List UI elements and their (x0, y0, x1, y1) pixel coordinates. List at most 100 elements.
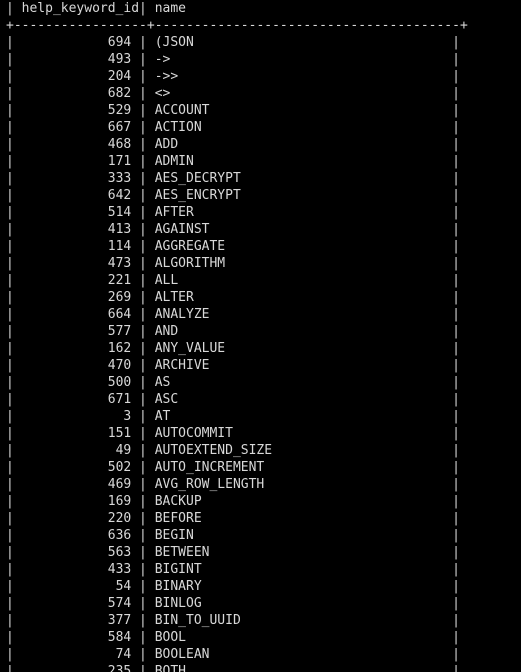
table-separator: +-----------------+---------------------… (6, 17, 515, 34)
cell-id: 171 (14, 153, 139, 170)
table-row: |500|AS| (6, 374, 515, 391)
table-row: |470|ARCHIVE| (6, 357, 515, 374)
cell-id: 500 (14, 374, 139, 391)
cell-name: BOOLEAN (147, 646, 452, 663)
cell-id: 413 (14, 221, 139, 238)
cell-name: ALGORITHM (147, 255, 452, 272)
cell-name: (JSON (147, 34, 452, 51)
table-row: |671|ASC| (6, 391, 515, 408)
cell-name: AES_ENCRYPT (147, 187, 452, 204)
table-row: |529|ACCOUNT| (6, 102, 515, 119)
cell-name: BETWEEN (147, 544, 452, 561)
cell-id: 584 (14, 629, 139, 646)
cell-name: AUTOCOMMIT (147, 425, 452, 442)
cell-id: 151 (14, 425, 139, 442)
terminal-output: |help_keyword_id|name +-----------------… (0, 0, 521, 672)
cell-name: AGGREGATE (147, 238, 452, 255)
table-row: |642|AES_ENCRYPT| (6, 187, 515, 204)
cell-name: AVG_ROW_LENGTH (147, 476, 452, 493)
cell-id: 529 (14, 102, 139, 119)
cell-name: BEGIN (147, 527, 452, 544)
cell-name: ALL (147, 272, 452, 289)
table-row: |162|ANY_VALUE| (6, 340, 515, 357)
cell-id: 54 (14, 578, 139, 595)
cell-id: 469 (14, 476, 139, 493)
table-body: |694|(JSON||493|->||204|->>||682|<>||529… (6, 34, 515, 672)
column-header-name: name (147, 0, 186, 17)
cell-id: 468 (14, 136, 139, 153)
cell-name: AUTOEXTEND_SIZE (147, 442, 452, 459)
cell-name: <> (147, 85, 452, 102)
table-header-row: |help_keyword_id|name (6, 0, 515, 17)
cell-id: 333 (14, 170, 139, 187)
cell-name: BINLOG (147, 595, 452, 612)
table-row: |468|ADD| (6, 136, 515, 153)
cell-name: ->> (147, 68, 452, 85)
cell-id: 269 (14, 289, 139, 306)
cell-id: 221 (14, 272, 139, 289)
cell-name: BOOL (147, 629, 452, 646)
cell-name: ADD (147, 136, 452, 153)
table-row: |563|BETWEEN| (6, 544, 515, 561)
table-row: |377|BIN_TO_UUID| (6, 612, 515, 629)
table-row: |171|ADMIN| (6, 153, 515, 170)
cell-name: ACCOUNT (147, 102, 452, 119)
cell-id: 433 (14, 561, 139, 578)
table-row: |502|AUTO_INCREMENT| (6, 459, 515, 476)
table-row: |473|ALGORITHM| (6, 255, 515, 272)
table-row: |413|AGAINST| (6, 221, 515, 238)
cell-name: AND (147, 323, 452, 340)
cell-id: 694 (14, 34, 139, 51)
cell-id: 377 (14, 612, 139, 629)
cell-name: BEFORE (147, 510, 452, 527)
table-row: |54|BINARY| (6, 578, 515, 595)
table-row: |220|BEFORE| (6, 510, 515, 527)
cell-id: 493 (14, 51, 139, 68)
cell-name: ALTER (147, 289, 452, 306)
cell-name: BIGINT (147, 561, 452, 578)
cell-id: 473 (14, 255, 139, 272)
cell-name: -> (147, 51, 452, 68)
table-row: |682|<>| (6, 85, 515, 102)
table-row: |333|AES_DECRYPT| (6, 170, 515, 187)
table-row: |49|AUTOEXTEND_SIZE| (6, 442, 515, 459)
cell-id: 636 (14, 527, 139, 544)
table-row: |114|AGGREGATE| (6, 238, 515, 255)
cell-id: 577 (14, 323, 139, 340)
table-row: |667|ACTION| (6, 119, 515, 136)
table-row: |169|BACKUP| (6, 493, 515, 510)
cell-id: 502 (14, 459, 139, 476)
table-row: |74|BOOLEAN| (6, 646, 515, 663)
table-row: |584|BOOL| (6, 629, 515, 646)
cell-name: AT (147, 408, 452, 425)
cell-name: ARCHIVE (147, 357, 452, 374)
cell-name: BOTH (147, 663, 452, 672)
cell-id: 642 (14, 187, 139, 204)
cell-id: 664 (14, 306, 139, 323)
cell-name: ANALYZE (147, 306, 452, 323)
table-row: |694|(JSON| (6, 34, 515, 51)
table-row: |204|->>| (6, 68, 515, 85)
table-row: |235|BOTH| (6, 663, 515, 672)
cell-name: AFTER (147, 204, 452, 221)
cell-name: BACKUP (147, 493, 452, 510)
cell-name: ASC (147, 391, 452, 408)
table-row: |574|BINLOG| (6, 595, 515, 612)
cell-name: ACTION (147, 119, 452, 136)
cell-id: 574 (14, 595, 139, 612)
table-row: |433|BIGINT| (6, 561, 515, 578)
cell-name: AS (147, 374, 452, 391)
cell-id: 470 (14, 357, 139, 374)
table-row: |151|AUTOCOMMIT| (6, 425, 515, 442)
cell-name: AES_DECRYPT (147, 170, 452, 187)
table-row: |269|ALTER| (6, 289, 515, 306)
cell-name: BINARY (147, 578, 452, 595)
column-header-id: help_keyword_id (14, 0, 139, 17)
cell-id: 162 (14, 340, 139, 357)
cell-name: BIN_TO_UUID (147, 612, 452, 629)
cell-id: 667 (14, 119, 139, 136)
cell-id: 563 (14, 544, 139, 561)
cell-id: 49 (14, 442, 139, 459)
cell-id: 682 (14, 85, 139, 102)
cell-id: 671 (14, 391, 139, 408)
